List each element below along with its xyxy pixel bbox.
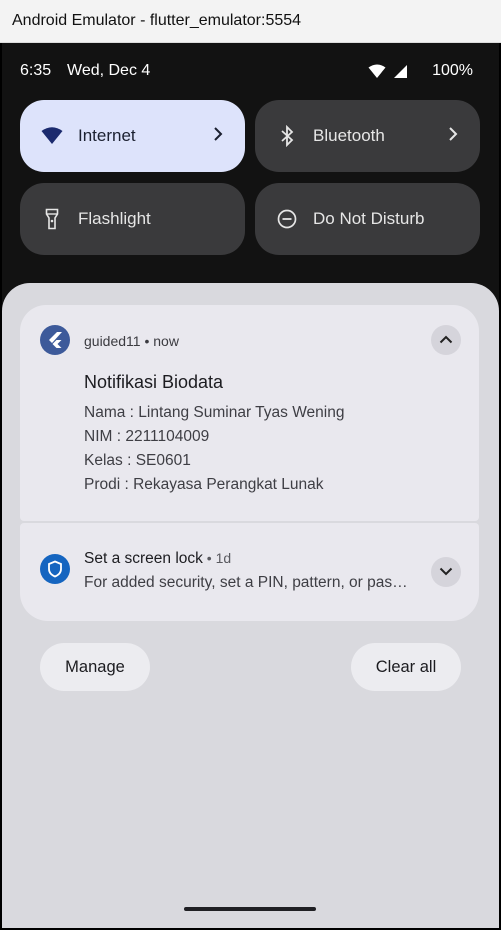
notification-app-meta: guided11 • now bbox=[84, 333, 179, 349]
clear-all-button-label: Clear all bbox=[375, 657, 437, 676]
bluetooth-icon bbox=[275, 124, 299, 148]
notification-shade: guided11 • now Notifikasi Biodata Nama :… bbox=[2, 283, 499, 928]
notification-line-nim: NIM : 2211104009 bbox=[84, 428, 210, 445]
notification-title: Notifikasi Biodata bbox=[84, 372, 224, 392]
manage-button[interactable]: Manage bbox=[40, 643, 150, 691]
notification-biodata[interactable]: guided11 • now Notifikasi Biodata Nama :… bbox=[20, 305, 479, 521]
notification-line-kelas: Kelas : SE0601 bbox=[84, 452, 191, 469]
tile-do-not-disturb[interactable]: Do Not Disturb bbox=[255, 183, 480, 255]
screen-lock-title: Set a screen lock bbox=[84, 550, 203, 567]
status-date: Wed, Dec 4 bbox=[67, 62, 151, 79]
tile-internet[interactable]: Internet bbox=[20, 100, 245, 172]
status-time: 6:35 bbox=[20, 62, 52, 79]
window-title-text: Android Emulator - flutter_emulator:5554 bbox=[12, 12, 302, 29]
do-not-disturb-icon bbox=[275, 207, 299, 231]
notification-line-nama: Nama : Lintang Suminar Tyas Wening bbox=[84, 404, 345, 421]
screen-lock-meta: • 1d bbox=[202, 550, 232, 566]
emulator-window-title: Android Emulator - flutter_emulator:5554 bbox=[0, 0, 501, 43]
manage-button-label: Manage bbox=[65, 657, 125, 676]
notification-screen-lock[interactable]: Set a screen lock • 1d For added securit… bbox=[20, 523, 479, 621]
tile-flashlight[interactable]: Flashlight bbox=[20, 183, 245, 255]
tile-flashlight-label: Flashlight bbox=[78, 209, 151, 228]
status-icons: 100% bbox=[368, 62, 473, 80]
chevron-up-icon bbox=[439, 331, 453, 349]
chevron-down-icon bbox=[439, 563, 453, 581]
tile-do-not-disturb-label: Do Not Disturb bbox=[313, 209, 425, 228]
battery-percent: 100% bbox=[432, 62, 473, 79]
shield-icon bbox=[40, 554, 70, 584]
screen-lock-title-row: Set a screen lock • 1d bbox=[84, 550, 231, 568]
tile-internet-label: Internet bbox=[78, 126, 136, 145]
flutter-app-icon bbox=[40, 325, 70, 355]
navigation-handle[interactable] bbox=[184, 907, 316, 911]
status-bar: 6:35 Wed, Dec 4 100% bbox=[2, 43, 499, 99]
tile-bluetooth-label: Bluetooth bbox=[313, 126, 385, 145]
android-screen: 6:35 Wed, Dec 4 100% Internet Bluetooth bbox=[2, 43, 499, 928]
expand-notification-button[interactable] bbox=[431, 557, 461, 587]
clear-all-button[interactable]: Clear all bbox=[351, 643, 461, 691]
screen-lock-body: For added security, set a PIN, pattern, … bbox=[84, 574, 414, 591]
chevron-right-icon bbox=[213, 126, 223, 147]
chevron-right-icon bbox=[448, 126, 458, 147]
wifi-signal-icon bbox=[368, 64, 386, 79]
wifi-icon bbox=[40, 124, 64, 148]
cell-signal-icon bbox=[394, 64, 408, 79]
collapse-notification-button[interactable] bbox=[431, 325, 461, 355]
tile-bluetooth[interactable]: Bluetooth bbox=[255, 100, 480, 172]
flashlight-icon bbox=[40, 207, 64, 231]
notification-line-prodi: Prodi : Rekayasa Perangkat Lunak bbox=[84, 476, 324, 493]
